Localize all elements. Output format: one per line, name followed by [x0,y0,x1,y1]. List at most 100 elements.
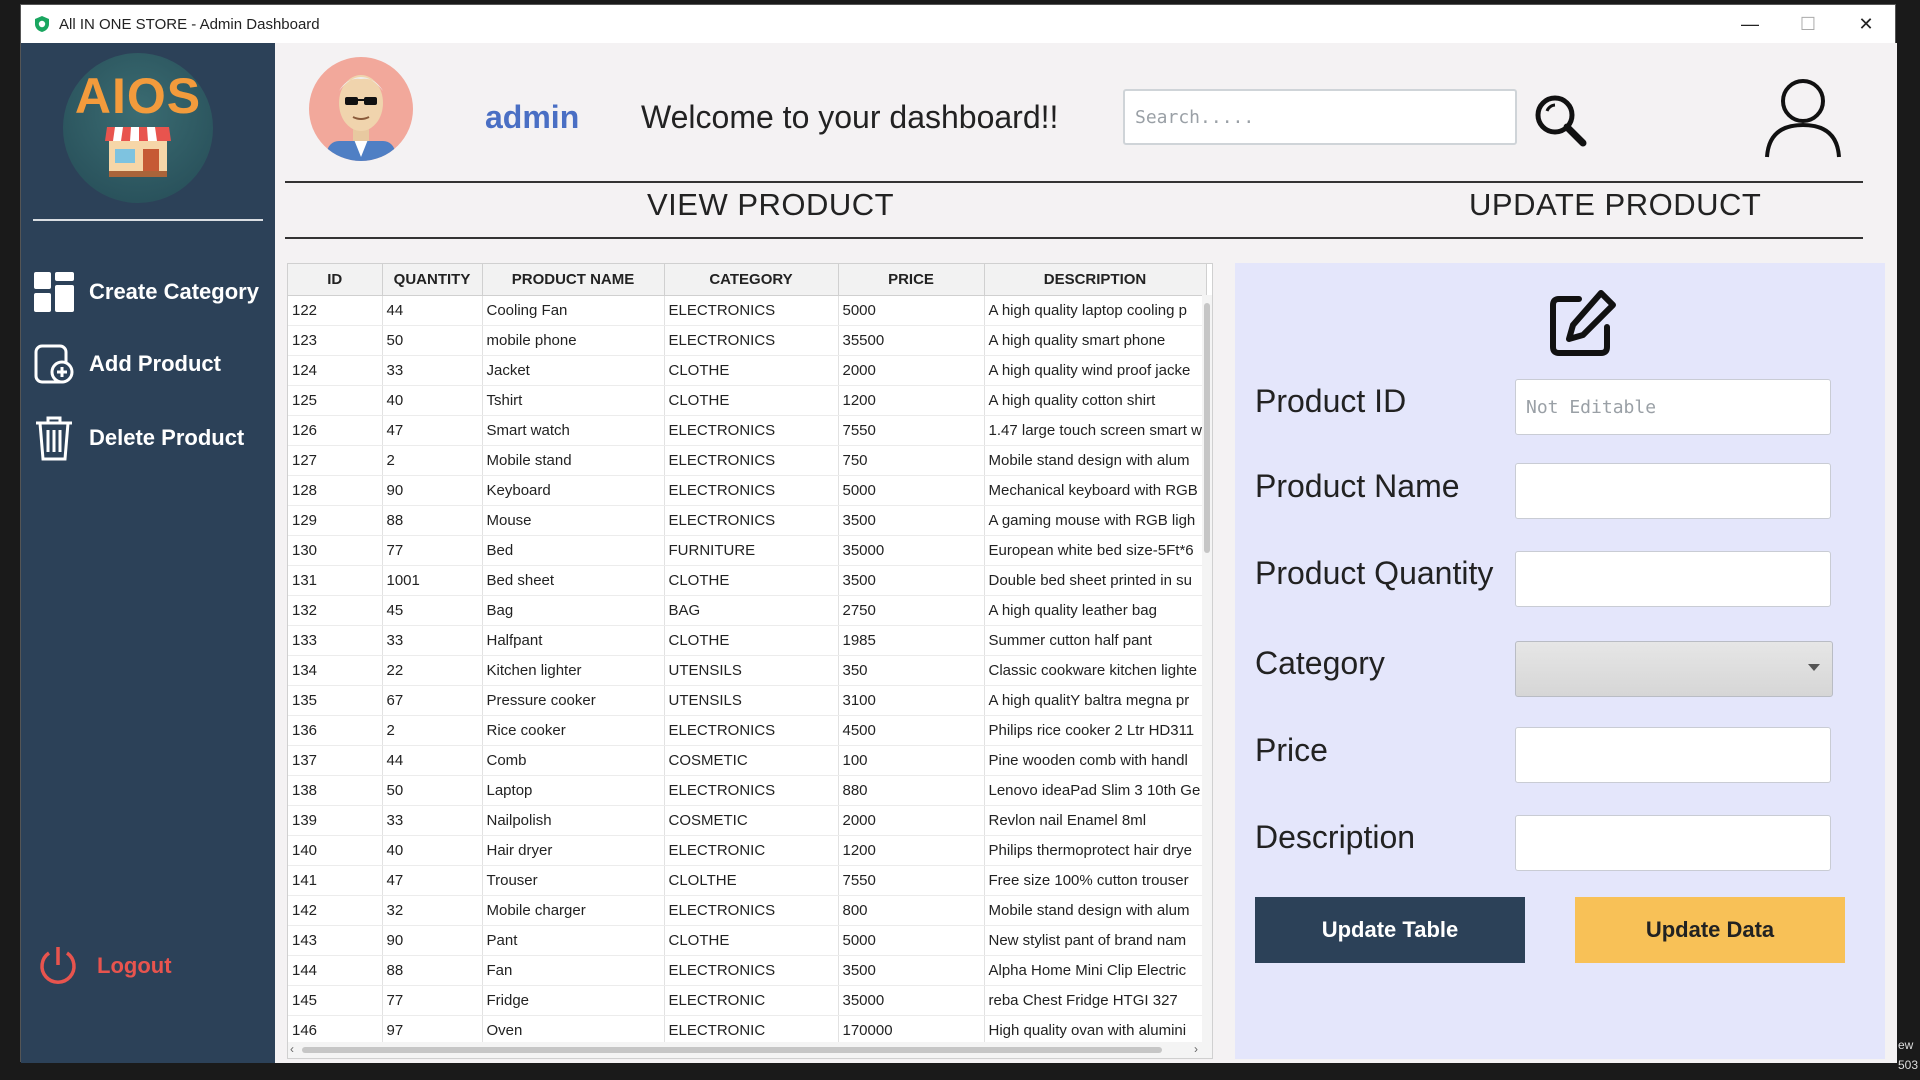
table-cell[interactable]: 32 [382,895,483,926]
table-cell[interactable]: Trouser [482,865,665,896]
table-cell[interactable]: CLOTHE [664,355,839,386]
table-cell[interactable]: Revlon nail Enamel 8ml [984,805,1207,836]
table-cell[interactable]: 135 [288,685,383,716]
table-cell[interactable]: Mobile stand design with alum [984,445,1207,476]
scroll-thumb[interactable] [302,1047,1162,1053]
table-row[interactable]: 133 33 Halfpant CLOTHE 1985 Summer cutton hal… [288,625,1207,656]
table-cell[interactable]: 7550 [838,415,985,446]
table-cell[interactable]: 141 [288,865,383,896]
table-cell[interactable]: 3500 [838,955,985,986]
table-cell[interactable]: 140 [288,835,383,866]
table-cell[interactable]: 40 [382,385,483,416]
table-cell[interactable]: Nailpolish [482,805,665,836]
table-cell[interactable]: 139 [288,805,383,836]
search-icon[interactable] [1533,93,1589,149]
table-cell[interactable]: Fridge [482,985,665,1016]
table-cell[interactable]: 134 [288,655,383,686]
table-cell[interactable]: ELECTRONICS [664,475,839,506]
table-cell[interactable]: 129 [288,505,383,536]
table-cell[interactable]: A high quality cotton shirt [984,385,1207,416]
table-cell[interactable]: 125 [288,385,383,416]
table-cell[interactable]: 137 [288,745,383,776]
price-field[interactable] [1515,727,1831,783]
table-cell[interactable]: European white bed size-5Ft*6 [984,535,1207,566]
table-cell[interactable]: 131 [288,565,383,596]
sidebar-item-add-product[interactable]: Add Product [31,341,221,387]
table-cell[interactable]: ELECTRONICS [664,325,839,356]
vertical-scrollbar[interactable] [1202,295,1212,1043]
table-cell[interactable]: 5000 [838,925,985,956]
table-cell[interactable]: mobile phone [482,325,665,356]
table-cell[interactable]: 123 [288,325,383,356]
table-cell[interactable]: 33 [382,625,483,656]
scroll-left-arrow[interactable]: ‹ [290,1042,294,1056]
maximize-button[interactable]: ☐ [1779,5,1837,43]
table-cell[interactable]: 800 [838,895,985,926]
table-row[interactable]: 141 47 Trouser CLOLTHE 7550 Free size 100% cu… [288,865,1207,896]
table-row[interactable]: 127 2 Mobile stand ELECTRONICS 750 Mobile sta… [288,445,1207,476]
table-cell[interactable]: Classic cookware kitchen lighte [984,655,1207,686]
table-cell[interactable]: Laptop [482,775,665,806]
column-header-id[interactable]: ID [288,264,383,296]
table-cell[interactable]: Alpha Home Mini Clip Electric [984,955,1207,986]
table-cell[interactable]: 33 [382,355,483,386]
user-profile-icon[interactable] [1761,75,1845,159]
table-cell[interactable]: 88 [382,505,483,536]
table-row[interactable]: 129 88 Mouse ELECTRONICS 3500 A gaming mouse … [288,505,1207,536]
table-cell[interactable]: Pant [482,925,665,956]
table-row[interactable]: 146 97 Oven ELECTRONIC 170000 High quality ov… [288,1015,1207,1046]
logout-button[interactable]: Logout [35,943,172,989]
table-cell[interactable]: 35000 [838,985,985,1016]
table-cell[interactable]: 2 [382,715,483,746]
table-cell[interactable]: 128 [288,475,383,506]
table-cell[interactable]: Bed [482,535,665,566]
table-cell[interactable]: A high quality laptop cooling p [984,295,1207,326]
table-cell[interactable]: 22 [382,655,483,686]
table-cell[interactable]: UTENSILS [664,685,839,716]
table-cell[interactable]: 2 [382,445,483,476]
table-cell[interactable]: 90 [382,475,483,506]
table-cell[interactable]: Summer cutton half pant [984,625,1207,656]
table-row[interactable]: 136 2 Rice cooker ELECTRONICS 4500 Philips ri… [288,715,1207,746]
column-header-category[interactable]: CATEGORY [664,264,839,296]
table-cell[interactable]: 50 [382,775,483,806]
table-cell[interactable]: 47 [382,415,483,446]
table-cell[interactable]: ELECTRONICS [664,445,839,476]
table-cell[interactable]: BAG [664,595,839,626]
table-cell[interactable]: ELECTRONIC [664,1015,839,1046]
table-cell[interactable]: Bed sheet [482,565,665,596]
table-row[interactable]: 134 22 Kitchen lighter UTENSILS 350 Classic c… [288,655,1207,686]
table-cell[interactable]: 44 [382,295,483,326]
product-quantity-field[interactable] [1515,551,1831,607]
search-input[interactable] [1123,89,1517,145]
table-cell[interactable]: 100 [838,745,985,776]
table-row[interactable]: 132 45 Bag BAG 2750 A high quality leather ba… [288,595,1207,626]
table-cell[interactable]: Philips rice cooker 2 Ltr HD311 [984,715,1207,746]
table-cell[interactable]: Pine wooden comb with handl [984,745,1207,776]
table-cell[interactable]: COSMETIC [664,805,839,836]
table-cell[interactable]: ELECTRONICS [664,415,839,446]
table-cell[interactable]: CLOTHE [664,565,839,596]
table-cell[interactable]: reba Chest Fridge HTGI 327 [984,985,1207,1016]
close-button[interactable]: ✕ [1837,5,1895,43]
table-cell[interactable]: 5000 [838,295,985,326]
table-cell[interactable]: 1200 [838,835,985,866]
table-cell[interactable]: ELECTRONICS [664,295,839,326]
table-cell[interactable]: 130 [288,535,383,566]
table-cell[interactable]: 122 [288,295,383,326]
table-cell[interactable]: ELECTRONICS [664,715,839,746]
table-cell[interactable]: Hair dryer [482,835,665,866]
scroll-thumb[interactable] [1204,303,1210,553]
product-name-field[interactable] [1515,463,1831,519]
category-select[interactable] [1515,641,1833,697]
table-cell[interactable]: 2750 [838,595,985,626]
table-cell[interactable]: New stylist pant of brand nam [984,925,1207,956]
table-cell[interactable]: ELECTRONICS [664,505,839,536]
table-cell[interactable]: 47 [382,865,483,896]
table-cell[interactable]: Mechanical keyboard with RGB [984,475,1207,506]
table-cell[interactable]: Fan [482,955,665,986]
update-table-button[interactable]: Update Table [1255,897,1525,963]
update-data-button[interactable]: Update Data [1575,897,1845,963]
table-cell[interactable]: CLOTHE [664,385,839,416]
table-cell[interactable]: Kitchen lighter [482,655,665,686]
